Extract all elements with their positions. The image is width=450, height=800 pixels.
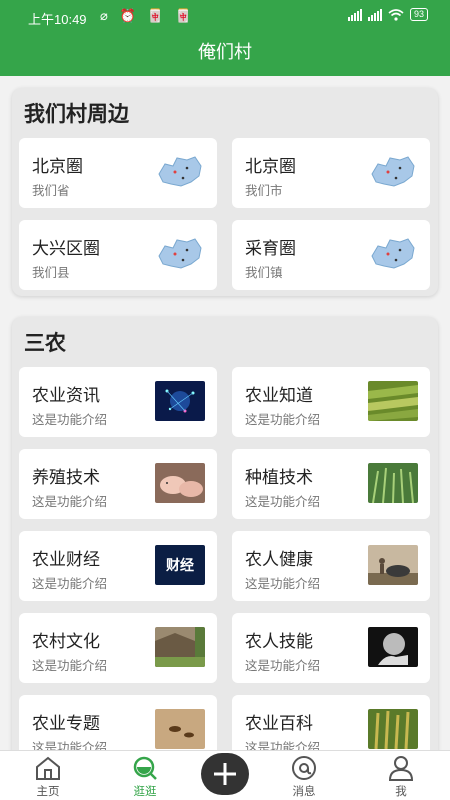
tile-title: 农人技能 (245, 632, 313, 651)
status-icons: ⌀ ⏰ 🀄 🀄 (100, 8, 196, 23)
ants-thumbnail (155, 709, 205, 749)
tile-subtitle: 这是功能介绍 (32, 413, 108, 427)
explore-icon (133, 756, 157, 780)
tile-subtitle: 我们县 (32, 266, 70, 280)
sannong-section: 三农 农业资讯 这是功能介绍 农业知道 这是功能介绍 养殖技术 这是功能介绍 种… (12, 317, 438, 777)
village-thumbnail (155, 627, 205, 667)
tile-title: 农村文化 (32, 632, 100, 651)
nearby-section: 我们村周边 北京圈 我们省 北京圈 我们市 大兴区圈 我们县 采育圈 我们镇 (12, 88, 438, 296)
network-thumbnail (155, 381, 205, 421)
feature-tile[interactable]: 种植技术 这是功能介绍 (232, 449, 430, 519)
status-bar: 上午10:49 ⌀ ⏰ 🀄 🀄 93 (0, 0, 450, 32)
tile-subtitle: 我们市 (245, 184, 283, 198)
feature-tile[interactable]: 养殖技术 这是功能介绍 (19, 449, 217, 519)
add-button[interactable] (201, 753, 249, 795)
section-title: 我们村周边 (24, 103, 129, 126)
nav-message[interactable]: 消息 (269, 755, 339, 799)
field-thumbnail (368, 381, 418, 421)
tile-subtitle: 这是功能介绍 (32, 495, 108, 509)
signal-icon (367, 8, 382, 21)
tile-title: 北京圈 (245, 157, 296, 176)
tile-subtitle: 这是功能介绍 (245, 413, 321, 427)
nearby-tile[interactable]: 北京圈 我们省 (19, 138, 217, 208)
nav-explore[interactable]: 逛逛 (110, 755, 180, 799)
section-title: 三农 (24, 332, 66, 355)
feature-tile[interactable]: 农业资讯 这是功能介绍 (19, 367, 217, 437)
map-icon (158, 238, 202, 269)
tile-subtitle: 这是功能介绍 (32, 659, 108, 673)
tile-title: 采育圈 (245, 239, 296, 258)
millet-thumbnail (368, 709, 418, 749)
add-icon (214, 763, 236, 785)
farmer-thumbnail (368, 545, 418, 585)
status-time: 上午10:49 (28, 12, 87, 27)
tile-title: 农业百科 (245, 714, 313, 733)
tile-title: 农业财经 (32, 550, 100, 569)
tile-title: 大兴区圈 (32, 239, 100, 258)
tile-title: 农业资讯 (32, 386, 100, 405)
map-icon (371, 238, 415, 269)
nearby-tile[interactable]: 大兴区圈 我们县 (19, 220, 217, 290)
feature-tile[interactable]: 农业财经 这是功能介绍 财经 (19, 531, 217, 601)
tile-title: 农人健康 (245, 550, 313, 569)
map-icon (158, 156, 202, 187)
home-icon (36, 756, 60, 780)
feature-tile[interactable]: 农村文化 这是功能介绍 (19, 613, 217, 683)
tile-subtitle: 这是功能介绍 (32, 577, 108, 591)
tile-title: 农业专题 (32, 714, 100, 733)
tile-title: 北京圈 (32, 157, 83, 176)
nav-profile[interactable]: 我 (366, 755, 436, 799)
nav-home-label: 主页 (36, 786, 60, 798)
feature-tile[interactable]: 农人技能 这是功能介绍 (232, 613, 430, 683)
pigs-thumbnail (155, 463, 205, 503)
tile-subtitle: 这是功能介绍 (245, 577, 321, 591)
finance-logo-text: 财经 (165, 557, 194, 574)
tile-title: 种植技术 (245, 468, 313, 487)
tile-subtitle: 这是功能介绍 (245, 659, 321, 673)
nearby-tile[interactable]: 采育圈 我们镇 (232, 220, 430, 290)
battery-icon: 93 (409, 8, 428, 21)
tile-subtitle: 我们省 (32, 184, 70, 198)
tile-title: 养殖技术 (32, 468, 100, 487)
finance-thumbnail: 财经 (155, 545, 205, 585)
map-icon (371, 156, 415, 187)
title-bar: 俺们村 (0, 32, 450, 76)
nav-home[interactable]: 主页 (13, 755, 83, 799)
hand-thumbnail (368, 627, 418, 667)
nav-explore-label: 逛逛 (133, 786, 157, 798)
wifi-icon (388, 8, 404, 21)
page-title: 俺们村 (198, 42, 252, 62)
nav-profile-label: 我 (395, 786, 407, 798)
nav-message-label: 消息 (292, 786, 316, 798)
tile-subtitle: 这是功能介绍 (245, 495, 321, 509)
profile-icon (388, 756, 414, 781)
tile-title: 农业知道 (245, 386, 313, 405)
nearby-tile[interactable]: 北京圈 我们市 (232, 138, 430, 208)
tile-subtitle: 我们镇 (245, 266, 283, 280)
status-right: 93 (347, 8, 428, 21)
crops-thumbnail (368, 463, 418, 503)
signal-icon (347, 8, 362, 21)
feature-tile[interactable]: 农人健康 这是功能介绍 (232, 531, 430, 601)
feature-tile[interactable]: 农业知道 这是功能介绍 (232, 367, 430, 437)
message-icon (292, 756, 316, 780)
